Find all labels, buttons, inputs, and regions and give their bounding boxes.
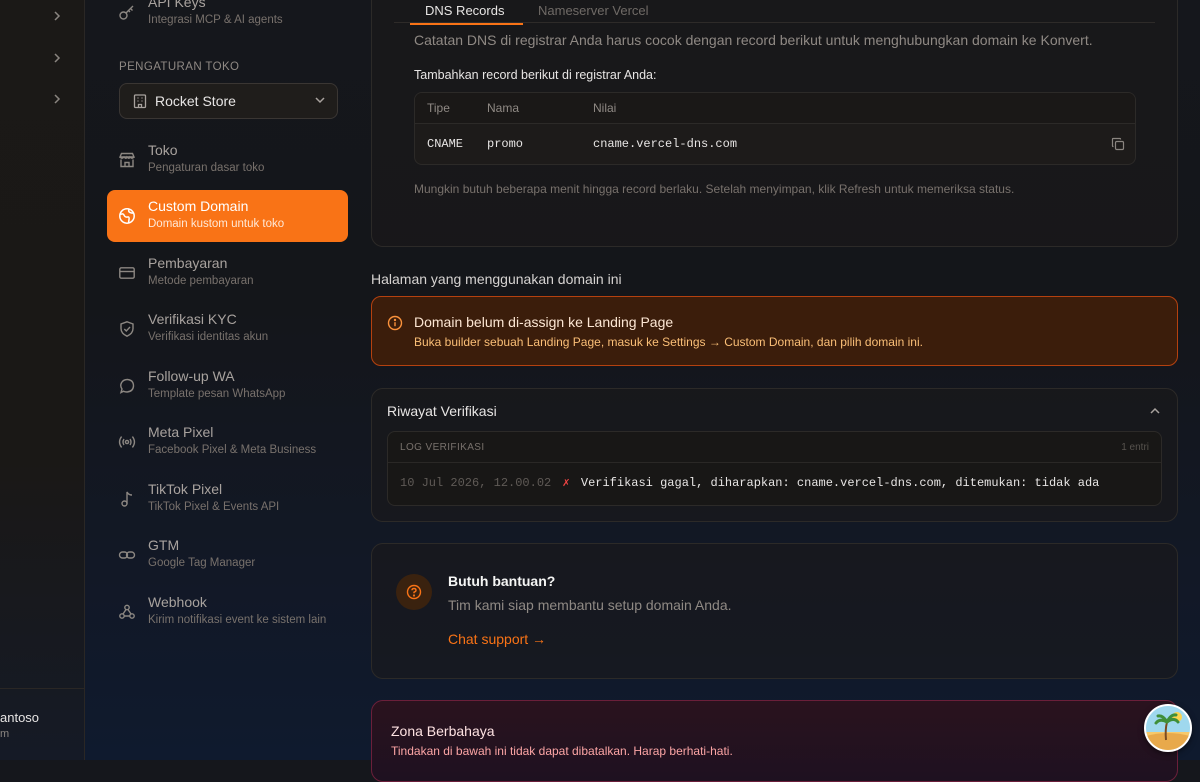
chevron-down-icon xyxy=(313,93,327,107)
assistant-avatar-button[interactable] xyxy=(1144,704,1192,752)
credit-card-icon xyxy=(118,264,136,282)
dns-note: Mungkin butuh beberapa menit hingga reco… xyxy=(414,182,1015,196)
record-name: promo xyxy=(487,137,524,151)
sidebar-item-title: Verifikasi KYC xyxy=(148,311,237,327)
help-circle-icon xyxy=(396,574,432,610)
sidebar-item-subtitle: Kirim notifikasi event ke sistem lain xyxy=(148,614,327,626)
sidebar-item-title: Pembayaran xyxy=(148,255,228,271)
error-mark-icon: ✗ xyxy=(562,476,570,490)
dns-card: DNS Records Nameserver Vercel Catatan DN… xyxy=(371,0,1178,247)
sidebar-item-title: Follow-up WA xyxy=(148,368,235,384)
alert-title: Domain belum di-assign ke Landing Page xyxy=(414,314,674,330)
dns-description: Catatan DNS di registrar Anda harus coco… xyxy=(414,32,1093,48)
danger-subtitle: Tindakan di bawah ini tidak dapat dibata… xyxy=(391,744,733,758)
sidebar-item-webhook[interactable]: Webhook Kirim notifikasi event ke sistem… xyxy=(107,586,348,638)
copy-icon[interactable] xyxy=(1111,137,1125,151)
key-icon xyxy=(118,3,136,21)
webhook-icon xyxy=(118,603,136,621)
record-value: cname.vercel-dns.com xyxy=(593,137,738,151)
sidebar-item-title: GTM xyxy=(148,537,180,553)
dns-table: Tipe Nama Nilai CNAME promo cname.vercel… xyxy=(414,92,1136,165)
column-header-nama: Nama xyxy=(487,101,520,115)
link-icon xyxy=(118,546,136,564)
sidebar-item-title: TikTok Pixel xyxy=(148,481,223,497)
record-type: CNAME xyxy=(427,137,464,151)
sidebar-item-title: Meta Pixel xyxy=(148,424,214,440)
table-header: Tipe Nama Nilai xyxy=(415,93,1135,124)
danger-title: Zona Berbahaya xyxy=(391,723,495,739)
sidebar-item-title: Webhook xyxy=(148,594,207,610)
broadcast-icon xyxy=(118,433,136,451)
store-select[interactable]: Rocket Store xyxy=(119,83,338,119)
chevron-up-icon[interactable] xyxy=(1148,404,1162,418)
log-message: Verifikasi gagal, diharapkan: cname.verc… xyxy=(580,476,1100,490)
warning-alert: Domain belum di-assign ke Landing Page B… xyxy=(371,296,1178,366)
chevron-right-icon[interactable] xyxy=(52,8,62,24)
chat-support-link[interactable]: Chat support → xyxy=(448,631,546,647)
dns-instruction: Tambahkan record berikut di registrar An… xyxy=(414,68,657,82)
chevron-right-icon[interactable] xyxy=(52,91,62,107)
sidebar-item-subtitle: Verifikasi identitas akun xyxy=(148,331,269,343)
tab-label: DNS Records xyxy=(425,3,505,18)
sidebar-item-follow-up-wa[interactable]: Follow-up WA Template pesan WhatsApp xyxy=(107,360,348,412)
verification-card: Riwayat Verifikasi LOG VERIFIKASI 1 entr… xyxy=(371,388,1178,522)
user-name: antoso xyxy=(0,710,40,725)
section-label: PENGATURAN TOKO xyxy=(119,61,240,73)
music-note-icon xyxy=(118,490,136,508)
sidebar-item-title: API Keys xyxy=(148,0,206,10)
column-header-tipe: Tipe xyxy=(427,101,450,115)
table-row: CNAME promo cname.vercel-dns.com xyxy=(415,124,1135,164)
sidebar-item-subtitle: Pengaturan dasar toko xyxy=(148,162,265,174)
shield-check-icon xyxy=(118,320,136,338)
sidebar-item-gtm[interactable]: GTM Google Tag Manager xyxy=(107,529,348,581)
store-select-value: Rocket Store xyxy=(155,93,236,109)
globe-icon xyxy=(118,207,136,225)
sidebar-item-toko[interactable]: Toko Pengaturan dasar toko xyxy=(107,134,348,186)
section-title: Halaman yang menggunakan domain ini xyxy=(371,271,622,287)
log-count: 1 entri xyxy=(1121,442,1149,453)
log-label: LOG VERIFIKASI xyxy=(400,442,485,453)
building-icon xyxy=(132,93,148,109)
sidebar-item-subtitle: Google Tag Manager xyxy=(148,557,256,569)
alert-message: Buka builder sebuah Landing Page, masuk … xyxy=(414,335,923,349)
sidebar-item-subtitle: Integrasi MCP & AI agents xyxy=(148,14,283,26)
island-avatar-icon xyxy=(1146,706,1190,750)
user-email: m xyxy=(0,728,10,740)
sidebar-item-title: Toko xyxy=(148,142,178,158)
sidebar-item-custom-domain[interactable]: Custom Domain Domain kustom untuk toko xyxy=(107,190,348,242)
sidebar-item-subtitle: Facebook Pixel & Meta Business xyxy=(148,444,317,456)
help-card: Butuh bantuan? Tim kami siap membantu se… xyxy=(371,543,1178,679)
store-icon xyxy=(118,151,136,169)
info-icon xyxy=(387,315,403,331)
help-title: Butuh bantuan? xyxy=(448,573,556,589)
chevron-right-icon[interactable] xyxy=(52,50,62,66)
tab-dns-records[interactable]: DNS Records xyxy=(410,1,523,25)
help-subtitle: Tim kami siap membantu setup domain Anda… xyxy=(448,597,732,613)
column-header-nilai: Nilai xyxy=(593,101,617,115)
verification-log: LOG VERIFIKASI 1 entri 10 Jul 2026, 12.0… xyxy=(387,431,1162,506)
tab-label: Nameserver Vercel xyxy=(538,3,649,18)
sidebar-item-subtitle: Template pesan WhatsApp xyxy=(148,388,286,400)
primary-rail: antoso m xyxy=(0,0,85,760)
sidebar-item-subtitle: Metode pembayaran xyxy=(148,275,254,287)
sidebar-item-subtitle: TikTok Pixel & Events API xyxy=(148,501,280,513)
sidebar-item-subtitle: Domain kustom untuk toko xyxy=(148,218,285,230)
sidebar-item-title: Custom Domain xyxy=(148,198,249,214)
sidebar-item-tiktok-pixel[interactable]: TikTok Pixel TikTok Pixel & Events API xyxy=(107,473,348,525)
sidebar-item-verifikasi-kyc[interactable]: Verifikasi KYC Verifikasi identitas akun xyxy=(107,303,348,355)
log-entry: 10 Jul 2026, 12.00.02 ✗ Verifikasi gagal… xyxy=(400,475,1099,490)
tab-nameserver-vercel[interactable]: Nameserver Vercel xyxy=(538,1,678,23)
sidebar-item-meta-pixel[interactable]: Meta Pixel Facebook Pixel & Meta Busines… xyxy=(107,416,348,468)
danger-zone-card: Zona Berbahaya Tindakan di bawah ini tid… xyxy=(371,700,1178,782)
card-title: Riwayat Verifikasi xyxy=(387,403,497,419)
sidebar-item-api-keys[interactable]: API Keys Integrasi MCP & AI agents xyxy=(107,0,348,38)
log-header: LOG VERIFIKASI 1 entri xyxy=(388,432,1161,463)
sidebar-item-pembayaran[interactable]: Pembayaran Metode pembayaran xyxy=(107,247,348,299)
log-timestamp: 10 Jul 2026, 12.00.02 xyxy=(400,476,552,490)
chat-bubble-icon xyxy=(118,377,136,395)
